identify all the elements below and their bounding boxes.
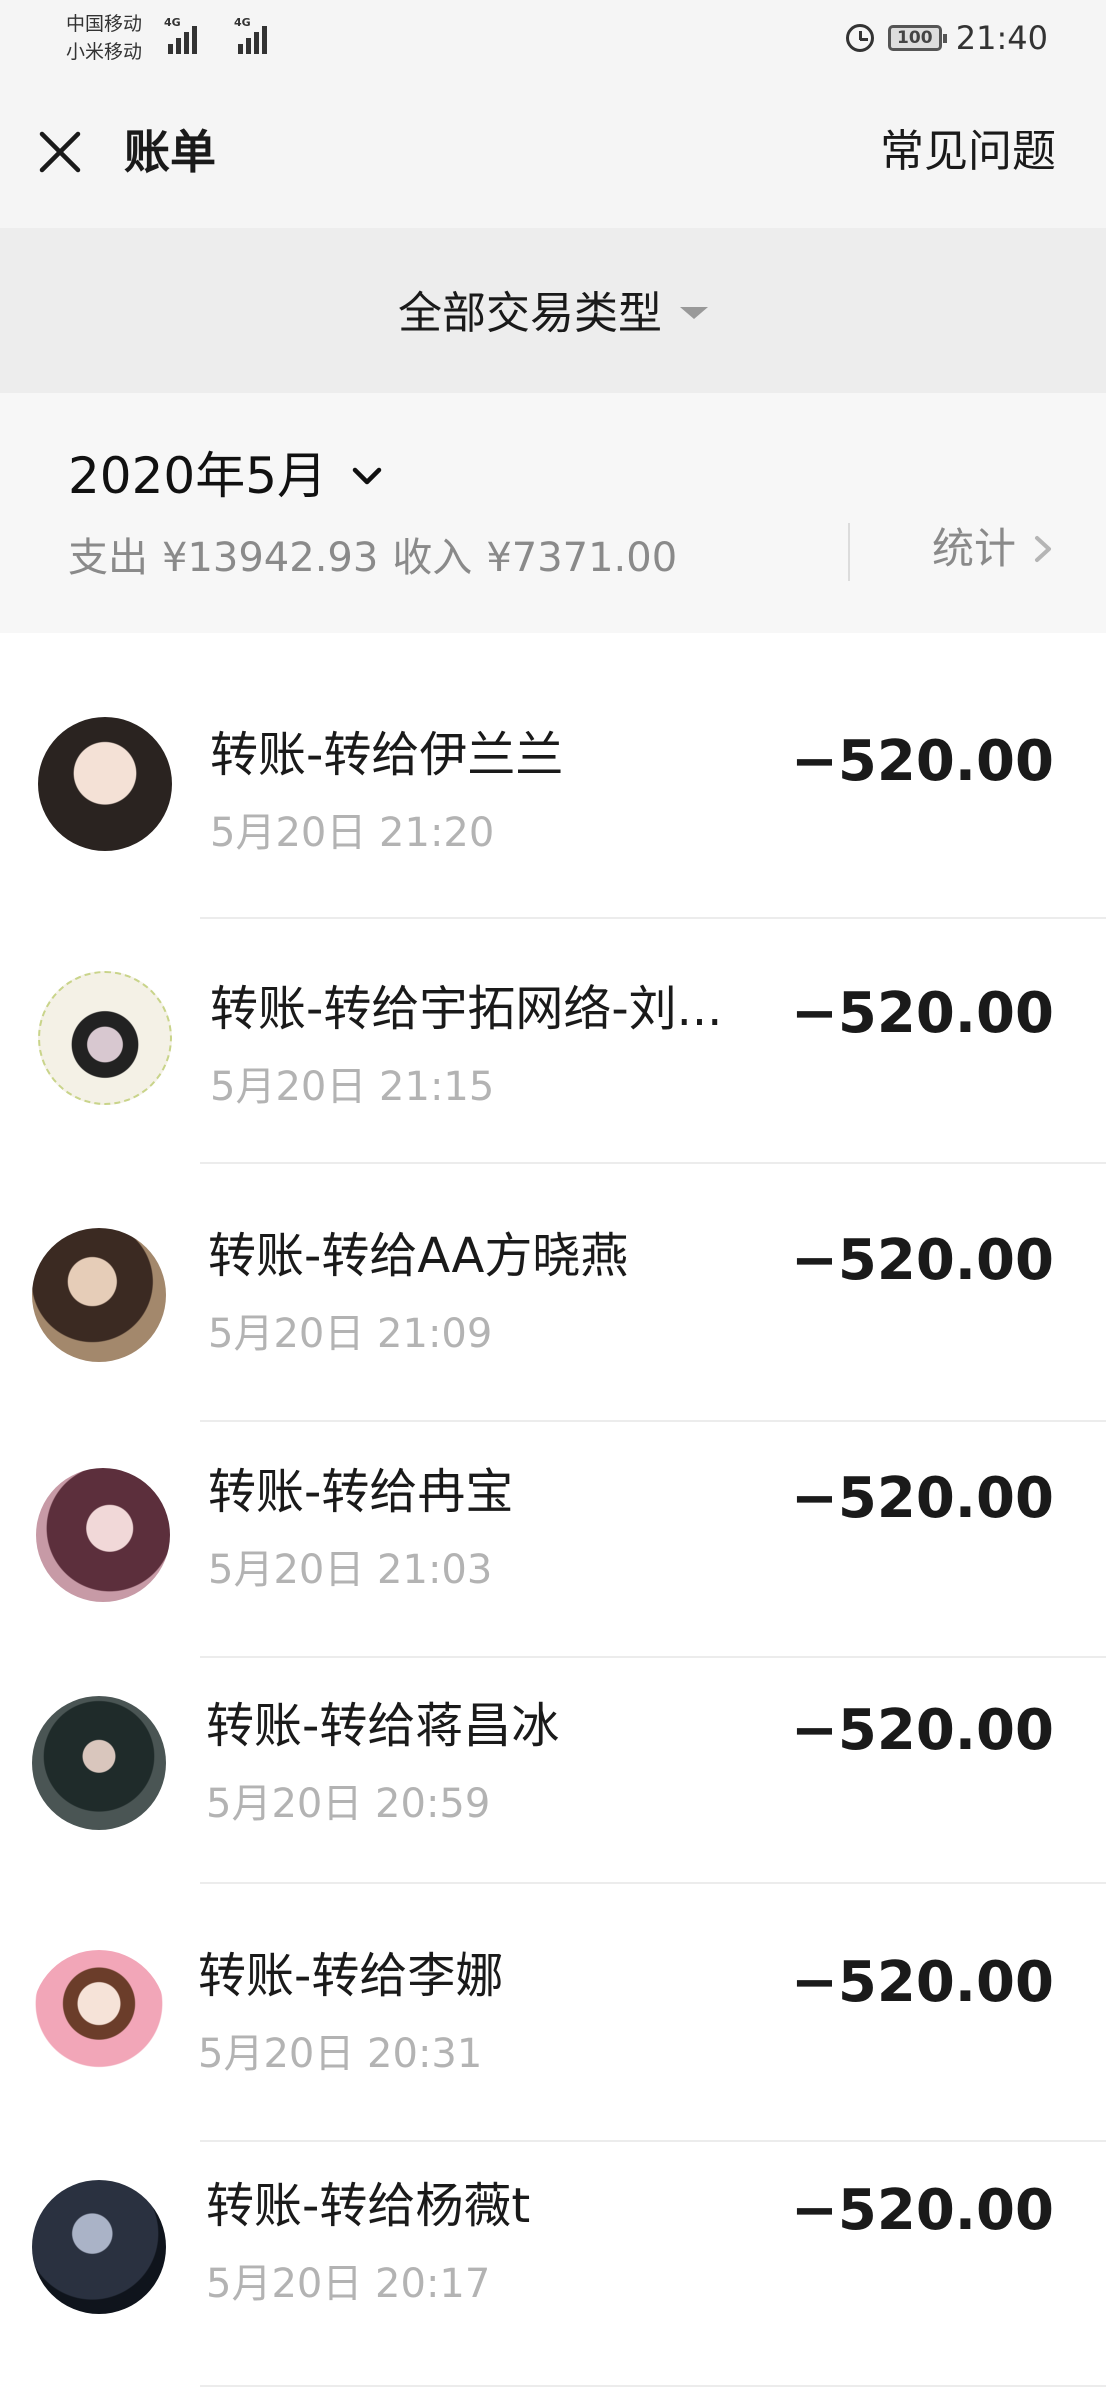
transaction-amount: −520.00 [790,981,1054,1046]
transaction-title: 转账-转给伊兰兰 [210,727,564,783]
transaction-time: 5月20日 21:09 [208,1311,493,1357]
transaction-amount: −520.00 [790,1950,1054,2015]
avatar [38,971,172,1105]
row-separator [200,2385,1106,2387]
transaction-amount: −520.00 [790,729,1054,794]
status-time: 21:40 [955,19,1048,57]
carrier-1: 中国移动 [66,13,143,35]
network-type-1: 4G [164,16,181,29]
transaction-time: 5月20日 21:03 [208,1547,493,1593]
transaction-type-label: 全部交易类型 [398,288,662,339]
transaction-title: 转账-转给宇拓网络-刘... [210,981,723,1037]
close-icon [39,131,81,173]
expense-value: ¥13942.93 [162,535,379,581]
status-bar: 中国移动 小米移动 4G 4G 100 21:40 [0,0,1106,76]
avatar [32,1696,166,1830]
transaction-title: 转账-转给李娜 [198,1948,504,2004]
faq-link[interactable]: 常见问题 [880,122,1056,182]
network-type-2: 4G [234,16,251,29]
bill-page: 中国移动 小米移动 4G 4G 100 21:40 账单 常见问题 全部交易类型… [0,0,1106,2399]
transaction-title: 转账-转给冉宝 [208,1464,514,1520]
navigation-header: 账单 常见问题 [0,76,1106,228]
transaction-row[interactable]: 转账-转给冉宝 5月20日 21:03 −520.00 [0,1422,1106,1658]
status-right: 100 21:40 [845,18,1048,58]
chevron-right-icon [1035,536,1051,562]
transaction-title: 转账-转给蒋昌冰 [206,1698,560,1754]
transaction-title: 转账-转给杨薇t [206,2178,531,2234]
transaction-row[interactable]: 转账-转给宇拓网络-刘... 5月20日 21:15 −520.00 [0,919,1106,1164]
avatar [32,2180,166,2314]
avatar [36,1468,170,1602]
caret-down-icon [680,307,708,319]
expense-label: 支出 [68,535,148,581]
income-value: ¥7371.00 [486,535,678,581]
transaction-time: 5月20日 20:31 [198,2031,483,2077]
filter-bar: 全部交易类型 [0,228,1106,393]
close-button[interactable] [30,122,90,182]
transaction-row[interactable]: 转账-转给杨薇t 5月20日 20:17 −520.00 [0,2142,1106,2387]
transaction-time: 5月20日 21:15 [210,1064,495,1110]
month-picker[interactable]: 2020年5月 [68,445,387,507]
battery-icon: 100 [887,25,947,51]
summary-line: 支出 ¥13942.93 收入 ¥7371.00 [68,531,677,585]
avatar [32,1950,166,2084]
transaction-time: 5月20日 20:17 [206,2261,491,2307]
transaction-row[interactable]: 转账-转给AA方晓燕 5月20日 21:09 −520.00 [0,1164,1106,1422]
transaction-time: 5月20日 21:20 [210,810,495,856]
avatar [32,1228,166,1362]
transaction-amount: −520.00 [790,1698,1054,1763]
carrier-labels: 中国移动 小米移动 [66,10,142,66]
transaction-amount: −520.00 [790,2178,1054,2243]
page-title: 账单 [124,125,216,179]
transaction-row[interactable]: 转账-转给蒋昌冰 5月20日 20:59 −520.00 [0,1658,1106,1884]
transaction-row[interactable]: 转账-转给李娜 5月20日 20:31 −520.00 [0,1884,1106,2142]
transaction-time: 5月20日 20:59 [206,1781,491,1827]
transaction-type-dropdown[interactable]: 全部交易类型 [0,276,1106,342]
statistics-link[interactable]: 统计 [932,521,1056,577]
transaction-amount: −520.00 [790,1228,1054,1293]
alarm-icon [845,24,874,52]
transaction-amount: −520.00 [790,1466,1054,1531]
vertical-divider [848,523,850,581]
carrier-2: 小米移动 [66,41,143,63]
transaction-title: 转账-转给AA方晓燕 [208,1228,629,1284]
month-summary: 2020年5月 支出 ¥13942.93 收入 ¥7371.00 统计 [0,393,1106,633]
transaction-list: 转账-转给伊兰兰 5月20日 21:20 −520.00 转账-转给宇拓网络-刘… [0,633,1106,2387]
month-label: 2020年5月 [68,447,328,505]
transaction-row[interactable]: 转账-转给伊兰兰 5月20日 21:20 −520.00 [0,633,1106,919]
signal-strength-icon: 4G [164,16,197,54]
chevron-down-icon [352,467,382,485]
signal-strength-icon: 4G [234,16,267,54]
income-label: 收入 [392,535,473,581]
avatar [38,717,172,851]
statistics-label: 统计 [931,524,1016,573]
